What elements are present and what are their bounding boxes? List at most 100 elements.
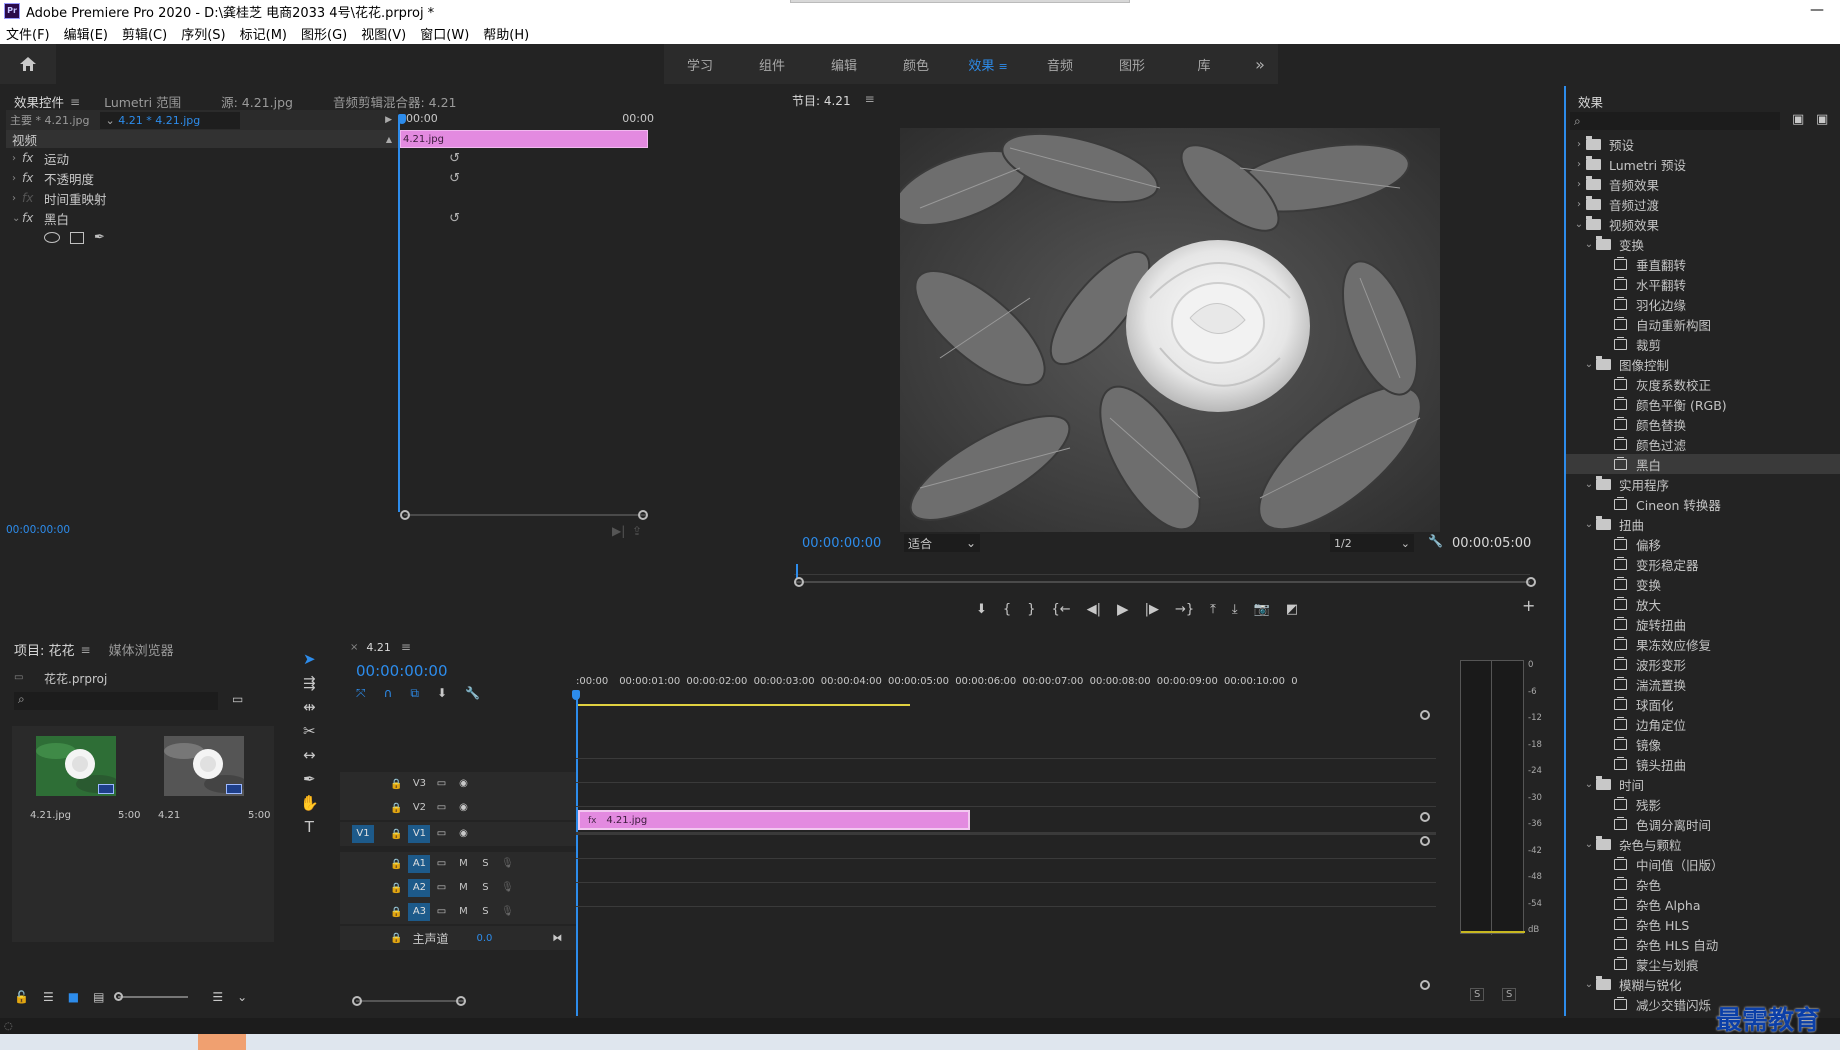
track-target-v3[interactable]: V3 bbox=[408, 775, 430, 793]
sync-lock-icon[interactable]: ▭ bbox=[430, 799, 452, 817]
effect-item[interactable]: 颜色平衡 (RGB) bbox=[1566, 394, 1840, 414]
ellipse-mask-icon[interactable] bbox=[44, 232, 60, 243]
collapse-up-icon[interactable]: ▲ bbox=[386, 135, 392, 144]
chevron-right-icon[interactable]: › bbox=[6, 153, 22, 164]
solo-button[interactable]: S bbox=[474, 855, 496, 873]
sync-lock-icon[interactable]: ▭ bbox=[430, 855, 452, 873]
solo-button[interactable]: S bbox=[474, 903, 496, 921]
effect-item[interactable]: 偏移 bbox=[1566, 534, 1840, 554]
track-target-v2[interactable]: V2 bbox=[408, 799, 430, 817]
mini-timeline-scrollbar[interactable] bbox=[404, 514, 646, 516]
effects-folder[interactable]: ⌄ 时间 bbox=[1566, 774, 1840, 794]
linked-selection-icon[interactable]: ⧉ bbox=[410, 686, 419, 701]
selection-tool-icon[interactable]: ➤ bbox=[303, 650, 316, 668]
pen-mask-icon[interactable]: ✒ bbox=[94, 230, 105, 245]
hamburger-menu-icon[interactable]: ≡ bbox=[81, 643, 91, 657]
track-target-v1[interactable]: V1 bbox=[408, 825, 431, 843]
timeline-playhead[interactable] bbox=[576, 692, 578, 1016]
workspace-tab-graphics[interactable]: 图形 bbox=[1096, 55, 1168, 74]
sort-icon[interactable]: ☰ bbox=[212, 990, 223, 1004]
timeline-ruler[interactable]: :00:00 00:00:01:00 00:00:02:00 00:00:03:00 0… bbox=[576, 676, 1436, 692]
tab-source[interactable]: 源: 4.21.jpg bbox=[221, 92, 293, 111]
step-forward-icon[interactable]: |▶ bbox=[1145, 602, 1159, 617]
effect-row-opacity[interactable]: › fx 不透明度 ↺ bbox=[6, 168, 466, 188]
effect-item[interactable]: 杂色 HLS 自动 bbox=[1566, 934, 1840, 954]
ripple-edit-tool-icon[interactable]: ⇹ bbox=[303, 698, 316, 716]
workspace-more-button[interactable]: » bbox=[1242, 44, 1278, 84]
zoom-slider[interactable] bbox=[114, 992, 189, 1001]
rectangle-mask-icon[interactable] bbox=[70, 231, 84, 244]
effect-item[interactable]: 垂直翻转 bbox=[1566, 254, 1840, 274]
effect-item[interactable]: 黑白 bbox=[1566, 454, 1840, 474]
lock-track-icon[interactable]: 🔒 bbox=[390, 933, 402, 944]
play-arrow-icon[interactable]: ▶ bbox=[385, 115, 392, 125]
tab-lumetri-scopes[interactable]: Lumetri 范围 bbox=[104, 92, 181, 111]
audio-scroll-handle-bottom[interactable] bbox=[1420, 980, 1430, 990]
minimize-icon[interactable]: — bbox=[1810, 2, 1824, 18]
effects-panel-title[interactable]: 效果 bbox=[1578, 95, 1603, 110]
timeline-clip[interactable]: fx 4.21.jpg bbox=[578, 810, 970, 830]
effects-folder[interactable]: › Lumetri 预设 bbox=[1566, 154, 1840, 174]
new-preset-bin-icon[interactable]: ▣ bbox=[1792, 112, 1804, 127]
taskbar-app-icon[interactable] bbox=[198, 1034, 246, 1050]
video-scroll-handle-top[interactable] bbox=[1420, 710, 1430, 720]
slip-tool-icon[interactable]: ↔ bbox=[303, 746, 316, 764]
playhead-handle-icon[interactable] bbox=[398, 114, 406, 124]
sequence-tab[interactable]: 4.21 bbox=[366, 641, 391, 654]
zoom-handle-left[interactable] bbox=[794, 577, 804, 587]
effect-item[interactable]: 裁剪 bbox=[1566, 334, 1840, 354]
workspace-tab-assembly[interactable]: 组件 bbox=[736, 55, 808, 74]
fx-icon[interactable]: fx bbox=[22, 171, 44, 185]
tab-project[interactable]: 项目: 花花 bbox=[14, 640, 75, 659]
effects-folder[interactable]: ⌄ 扭曲 bbox=[1566, 514, 1840, 534]
effect-item[interactable]: 果冻效应修复 bbox=[1566, 634, 1840, 654]
effect-item[interactable]: 蒙尘与划痕 bbox=[1566, 954, 1840, 974]
monitor-time-ruler[interactable] bbox=[794, 574, 1530, 586]
effect-item[interactable]: 变形稳定器 bbox=[1566, 554, 1840, 574]
chevron-right-icon[interactable]: › bbox=[6, 173, 22, 184]
timeline-timecode[interactable]: 00:00:00:00 bbox=[356, 662, 448, 680]
work-area-bar[interactable] bbox=[578, 704, 910, 706]
effect-item[interactable]: 颜色过滤 bbox=[1566, 434, 1840, 454]
workspace-tab-effects[interactable]: 效果 ≡ bbox=[952, 55, 1024, 74]
project-search-input[interactable]: ⌕ bbox=[14, 692, 218, 710]
effect-item[interactable]: 镜头扭曲 bbox=[1566, 754, 1840, 774]
export-frame-icon[interactable]: ▶| bbox=[612, 524, 625, 538]
lock-track-icon[interactable]: 🔒 bbox=[390, 907, 402, 918]
effects-folder[interactable]: › 预设 bbox=[1566, 134, 1840, 154]
icon-view-icon[interactable]: ■ bbox=[68, 990, 79, 1004]
sync-lock-icon[interactable]: ▭ bbox=[430, 825, 452, 843]
chevron-down-icon[interactable]: ⌄ bbox=[237, 990, 247, 1004]
pen-tool-icon[interactable]: ✒ bbox=[303, 770, 316, 788]
eye-icon[interactable]: ◉ bbox=[452, 825, 474, 843]
mark-in-icon[interactable]: { bbox=[1003, 602, 1011, 617]
compare-view-icon[interactable]: ◩ bbox=[1286, 602, 1298, 617]
effects-folder[interactable]: ⌄ 变换 bbox=[1566, 234, 1840, 254]
video-scroll-handle-bottom[interactable] bbox=[1420, 812, 1430, 822]
track-target-a1[interactable]: A1 bbox=[408, 855, 431, 873]
home-button[interactable] bbox=[0, 44, 56, 84]
lift-icon[interactable]: ⤒ bbox=[1210, 602, 1216, 617]
menu-window[interactable]: 窗口(W) bbox=[420, 24, 469, 43]
effect-item[interactable]: 湍流置换 bbox=[1566, 674, 1840, 694]
effect-item[interactable]: 边角定位 bbox=[1566, 714, 1840, 734]
microphone-icon[interactable]: 🎙 bbox=[496, 855, 518, 873]
effects-folder[interactable]: ⌄ 图像控制 bbox=[1566, 354, 1840, 374]
new-custom-bin-icon[interactable]: ▣ bbox=[1816, 112, 1828, 127]
effect-item[interactable]: 水平翻转 bbox=[1566, 274, 1840, 294]
workspace-tab-color[interactable]: 颜色 bbox=[880, 55, 952, 74]
razor-tool-icon[interactable]: ✂ bbox=[303, 722, 316, 740]
microphone-icon[interactable]: 🎙 bbox=[496, 879, 518, 897]
hand-tool-icon[interactable]: ✋ bbox=[300, 794, 319, 812]
hamburger-menu-icon[interactable]: ≡ bbox=[998, 60, 1007, 73]
lock-icon[interactable]: 🔓 bbox=[14, 990, 29, 1004]
monitor-zoom-scrollbar[interactable] bbox=[794, 581, 1530, 583]
chevron-down-icon[interactable]: ⌄ bbox=[1582, 359, 1596, 370]
reset-icon[interactable]: ↺ bbox=[449, 211, 460, 226]
monitor-playhead[interactable] bbox=[796, 564, 798, 578]
sync-lock-icon[interactable]: ▭ bbox=[430, 903, 452, 921]
tab-effect-controls[interactable]: 效果控件 bbox=[14, 92, 64, 111]
effect-item[interactable]: 杂色 bbox=[1566, 874, 1840, 894]
solo-right-button[interactable]: S bbox=[1502, 988, 1517, 1001]
share-icon[interactable]: ⇪ bbox=[632, 524, 642, 538]
